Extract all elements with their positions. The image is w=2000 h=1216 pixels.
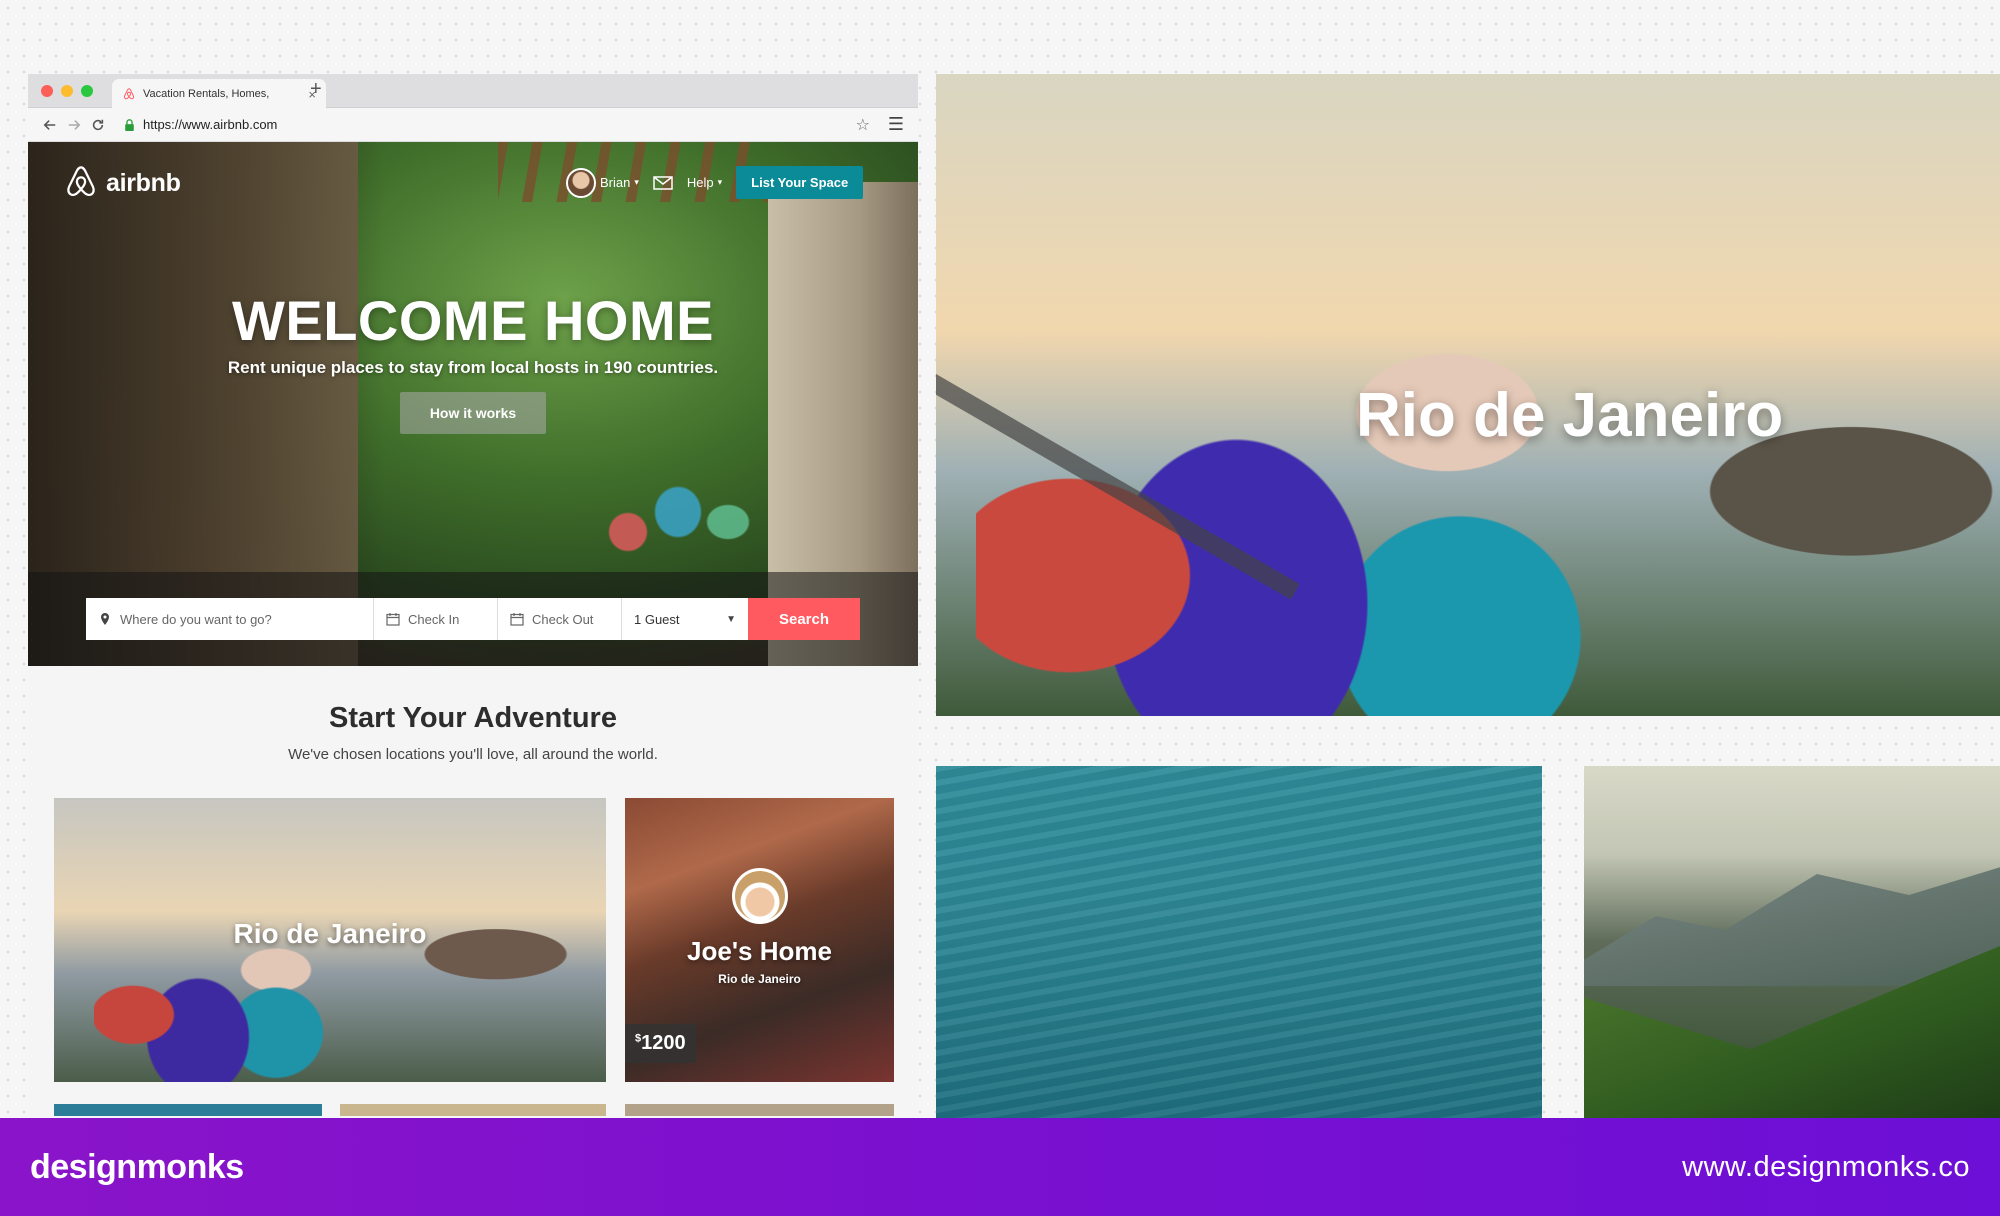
tab-title: Vacation Rentals, Homes,	[143, 88, 270, 100]
tab-bar: Vacation Rentals, Homes, × +	[28, 74, 918, 109]
user-name: Brian	[600, 175, 631, 190]
hero-title: WELCOME HOME	[232, 289, 714, 352]
lock-icon	[125, 118, 134, 131]
airbnb-logo[interactable]: airbnb	[64, 164, 181, 202]
mountain-image	[1584, 766, 2000, 1118]
maximize-window-button[interactable]	[81, 85, 93, 97]
minimize-window-button[interactable]	[61, 85, 73, 97]
hero-background-travelers	[568, 392, 768, 592]
user-menu[interactable]: Brian ▾	[566, 167, 639, 198]
caret-down-icon: ▼	[726, 613, 736, 625]
browser-menu-button[interactable]: ☰	[884, 113, 908, 137]
help-menu[interactable]: Help ▾	[687, 175, 722, 190]
listing-card-joes-home[interactable]: Joe's Home Rio de Janeiro $1200	[625, 798, 894, 1082]
mail-icon[interactable]	[653, 175, 673, 190]
avatar	[566, 167, 596, 198]
guests-select[interactable]: 1 Guest ▼	[622, 598, 748, 640]
airbnb-favicon-icon	[123, 88, 135, 100]
reload-button[interactable]	[86, 113, 110, 137]
calendar-icon	[386, 613, 400, 626]
logo-wordmark: airbnb	[106, 168, 181, 197]
card-title: Joe's Home	[687, 936, 832, 966]
rio-showcase-image: Rio de Janeiro	[936, 74, 2000, 716]
mountain-ridge	[1584, 860, 2000, 986]
address-bar[interactable]: https://www.airbnb.com ☆	[116, 113, 878, 137]
sea-image	[936, 766, 1542, 1118]
search-bar: Where do you want to go? Check In Check …	[86, 598, 860, 640]
card-photo-travelers	[94, 858, 354, 1082]
designmonks-logo: designmonks	[30, 1147, 244, 1186]
check-out-field[interactable]: Check Out	[498, 598, 622, 640]
section-subtitle: We've chosen locations you'll love, all …	[288, 746, 658, 763]
arrow-right-icon	[68, 119, 81, 130]
airbnb-belo-icon	[67, 166, 95, 197]
next-card-preview	[625, 1104, 894, 1116]
reload-icon	[92, 119, 104, 130]
check-in-field[interactable]: Check In	[374, 598, 498, 640]
destination-card-rio[interactable]: Rio de Janeiro	[54, 798, 606, 1082]
browser-tab[interactable]: Vacation Rentals, Homes, ×	[112, 79, 326, 109]
help-label: Help	[686, 175, 714, 190]
hero-subtitle: Rent unique places to stay from local ho…	[227, 358, 719, 377]
hero-section: airbnb Brian ▾ Help ▾ List Your Space WE…	[28, 142, 918, 666]
host-avatar	[732, 868, 788, 924]
close-window-button[interactable]	[41, 85, 53, 97]
browser-window: Vacation Rentals, Homes, × + https://www…	[28, 74, 918, 1116]
showcase-title: Rio de Janeiro	[1356, 381, 1784, 450]
check-out-label: Check Out	[532, 611, 594, 627]
card-location: Rio de Janeiro	[718, 972, 801, 986]
chevron-down-icon: ▾	[717, 177, 723, 187]
bookmark-star-icon[interactable]: ☆	[856, 115, 870, 135]
arrow-left-icon	[43, 119, 56, 130]
price-value: 1200	[641, 1032, 686, 1054]
url-text: https://www.airbnb.com	[143, 117, 278, 132]
guests-value: 1 Guest	[634, 611, 680, 627]
new-tab-button[interactable]: +	[310, 78, 322, 101]
destination-placeholder: Where do you want to go?	[120, 611, 272, 627]
chevron-down-icon: ▾	[634, 177, 639, 187]
footer-banner: designmonks www.designmonks.co	[0, 1118, 2000, 1216]
search-button[interactable]: Search	[748, 598, 860, 640]
price-tag: $1200	[625, 1024, 696, 1063]
browser-toolbar: https://www.airbnb.com ☆ ☰	[28, 108, 918, 142]
map-pin-icon	[101, 613, 109, 625]
hamburger-menu-icon: ☰	[887, 114, 905, 134]
card-title: Rio de Janeiro	[233, 918, 427, 949]
forward-button[interactable]	[62, 113, 86, 137]
check-in-label: Check In	[408, 611, 460, 627]
destination-input[interactable]: Where do you want to go?	[86, 598, 374, 640]
website-url: www.designmonks.co	[1682, 1150, 1970, 1183]
next-card-preview	[54, 1104, 322, 1116]
how-it-works-button[interactable]: How it works	[400, 392, 546, 434]
next-card-preview	[340, 1104, 606, 1116]
user-navigation: Brian ▾ Help ▾ List Your Space	[566, 166, 864, 199]
list-your-space-button[interactable]: List Your Space	[736, 166, 864, 199]
calendar-icon	[510, 613, 524, 626]
section-title: Start Your Adventure	[329, 702, 617, 734]
back-button[interactable]	[38, 113, 62, 137]
